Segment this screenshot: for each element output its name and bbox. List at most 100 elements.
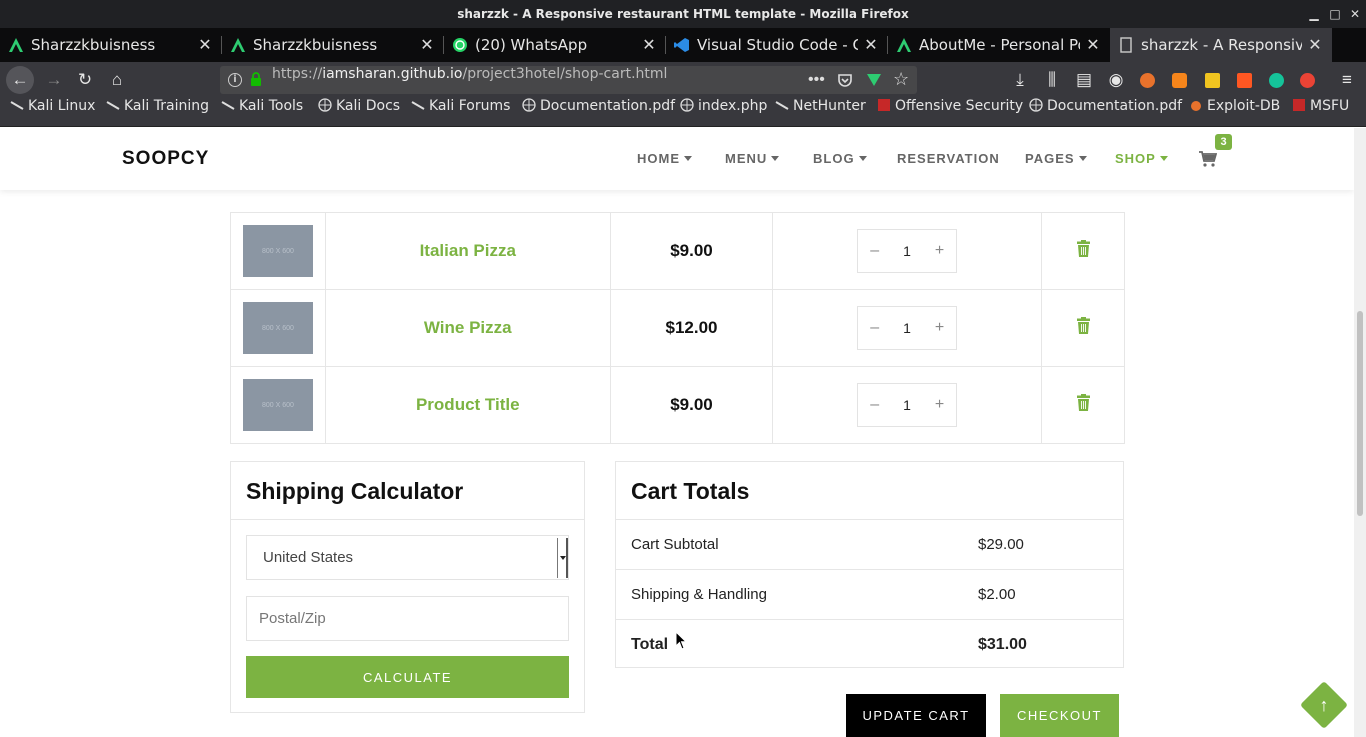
cart-row: 800 X 600 Wine Pizza $12.00 – 1 + [230,289,1125,367]
browser-tab-active[interactable]: sharzzk - A Responsive r ✕ [1110,28,1332,62]
bookmark-item[interactable]: Kali Docs [318,98,400,126]
tab-strip: Sharzzkbuisness ✕ Sharzzkbuisness ✕ (20)… [0,28,1366,85]
quantity-value[interactable]: 1 [903,243,911,259]
browser-tab[interactable]: AboutMe - Personal Port ✕ [888,28,1110,62]
maximize-icon[interactable]: □ [1324,0,1346,28]
nav-blog[interactable]: BLOG [813,151,867,166]
decrement-button[interactable]: – [870,319,879,337]
close-tab-icon[interactable]: ✕ [864,28,878,62]
metamask-icon[interactable] [1172,73,1187,88]
product-thumbnail[interactable]: 800 X 600 [242,302,313,354]
addon-icon[interactable] [1140,73,1155,88]
page-actions-icon[interactable]: ••• [808,66,825,94]
bookmark-item[interactable]: Kali Forums [411,98,510,126]
scroll-to-top-button[interactable]: ↑ [1299,680,1349,730]
quantity-value[interactable]: 1 [903,397,911,413]
info-icon[interactable]: i [228,73,242,87]
url-bar[interactable]: i https://iamsharan.github.io/project3ho… [220,66,917,94]
postal-zip-input[interactable] [246,596,569,641]
shopping-cart-icon[interactable] [1199,150,1218,168]
google-addon-icon[interactable] [1300,73,1315,88]
chevron-down-icon [1078,156,1087,161]
browser-tab[interactable]: (20) WhatsApp ✕ [444,28,666,62]
update-cart-button[interactable]: UPDATE CART [846,694,986,737]
pocket-icon[interactable] [837,72,853,93]
hamburger-menu-icon[interactable]: ≡ [1333,66,1361,94]
product-name-link[interactable]: Wine Pizza [424,318,512,337]
product-name-link[interactable]: Product Title [416,395,520,414]
bookmark-item[interactable]: Documentation.pdf [1029,98,1182,126]
shipping-calculator: Shipping Calculator United States CALCUL… [230,461,585,713]
decrement-button[interactable]: – [870,242,879,260]
shipping-label: Shipping & Handling [631,586,767,603]
browser-tab[interactable]: Sharzzkbuisness ✕ [222,28,444,62]
close-tab-icon[interactable]: ✕ [642,28,656,62]
filter-addon-icon[interactable] [1205,73,1220,88]
product-name-link[interactable]: Italian Pizza [420,241,516,260]
reload-button[interactable]: ↻ [71,66,99,94]
page-scrollbar[interactable] [1354,128,1366,737]
bookmark-item[interactable]: Offensive Security [877,98,1023,126]
bookmarks-toolbar: Kali Linux Kali Training Kali Tools Kali… [0,98,1366,127]
bookmark-item[interactable]: index.php [680,98,767,126]
grammarly-icon[interactable] [1269,73,1284,88]
home-button[interactable]: ⌂ [103,66,131,94]
globe-icon [522,98,536,112]
bookmark-item[interactable]: Kali Training [106,98,209,126]
close-tab-icon[interactable]: ✕ [198,28,212,62]
product-thumbnail[interactable]: 800 X 600 [242,379,313,431]
forward-button[interactable]: → [40,66,68,94]
scrollbar-thumb[interactable] [1357,311,1363,516]
nav-home[interactable]: HOME [637,151,692,166]
angular-icon [230,37,246,53]
ublock-icon[interactable] [1237,73,1252,88]
site-header: SOOPCY HOME MENU BLOG RESERVATION PAGES … [0,128,1354,190]
trash-icon[interactable] [1076,394,1091,411]
bookmark-item[interactable]: Exploit-DB [1189,98,1280,126]
country-select[interactable]: United States [246,535,569,580]
increment-button[interactable]: + [935,242,944,260]
tab-label: (20) WhatsApp [475,36,588,54]
quantity-stepper: – 1 + [857,306,958,350]
quantity-value[interactable]: 1 [903,320,911,336]
browser-tab[interactable]: Sharzzkbuisness ✕ [0,28,222,62]
trash-icon[interactable] [1076,317,1091,334]
chevron-down-icon [858,156,867,161]
checkout-button[interactable]: CHECKOUT [1000,694,1119,737]
close-tab-icon[interactable]: ✕ [1086,28,1100,62]
kali-icon [221,98,235,112]
bookmark-item[interactable]: Kali Tools [221,98,303,126]
downloads-icon[interactable]: ⤓ [1006,66,1034,94]
back-button[interactable]: ← [6,66,34,94]
calculate-button[interactable]: CALCULATE [246,656,569,698]
increment-button[interactable]: + [935,396,944,414]
nav-pages[interactable]: PAGES [1025,151,1087,166]
decrement-button[interactable]: – [870,396,879,414]
bookmark-item[interactable]: Documentation.pdf [522,98,675,126]
sidebar-icon[interactable]: ▤ [1070,66,1098,94]
nav-reservation[interactable]: RESERVATION [897,151,1000,166]
nav-menu[interactable]: MENU [725,151,780,166]
url-text: https://iamsharan.github.io/project3hote… [272,66,668,82]
nav-shop[interactable]: SHOP [1115,151,1168,166]
mouse-cursor-icon [676,632,688,650]
bookmark-star-icon[interactable]: ☆ [893,69,909,90]
browser-tab[interactable]: Visual Studio Code - Cod ✕ [666,28,888,62]
product-thumbnail[interactable]: 800 X 600 [242,225,313,277]
bookmark-item[interactable]: Kali Linux [10,98,95,126]
bookmark-item[interactable]: NetHunter [775,98,866,126]
library-icon[interactable]: ⫼ [1038,66,1066,94]
minimize-icon[interactable]: ▁ [1303,0,1325,28]
country-value: United States [263,549,354,566]
close-tab-icon[interactable]: ✕ [420,28,434,62]
increment-button[interactable]: + [935,319,944,337]
kali-icon [10,98,24,112]
close-tab-icon[interactable]: ✕ [1308,28,1322,62]
close-window-icon[interactable]: ✕ [1344,0,1366,28]
trash-icon[interactable] [1076,240,1091,257]
extension-icon[interactable] [866,72,882,93]
angular-icon [8,37,24,53]
account-icon[interactable]: ◉ [1102,66,1130,94]
bookmark-item[interactable]: MSFU [1292,98,1349,126]
site-logo[interactable]: SOOPCY [122,148,209,170]
